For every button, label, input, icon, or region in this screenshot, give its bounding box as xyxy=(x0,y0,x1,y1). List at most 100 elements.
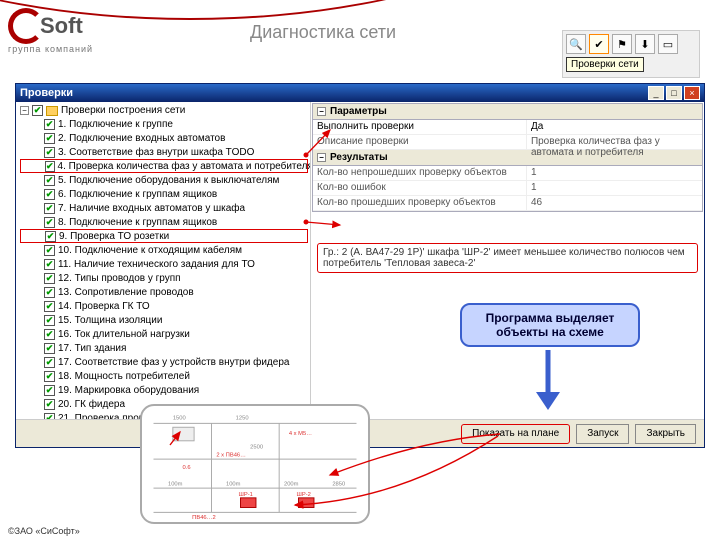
tree-item[interactable]: ✔10. Подключение к отходящим кабелям xyxy=(20,243,308,257)
magnifier-icon[interactable]: 🔍 xyxy=(566,34,586,54)
pg-section-params[interactable]: −Параметры xyxy=(313,104,702,120)
checkbox-icon[interactable]: ✔ xyxy=(45,231,56,242)
property-row[interactable]: Кол-во прошедших проверку объектов46 xyxy=(313,196,702,211)
tree-item[interactable]: ✔8. Подключение к группам ящиков xyxy=(20,215,308,229)
tree-item[interactable]: ✔9. Проверка ТО розетки xyxy=(20,229,308,243)
tree-item[interactable]: ✔12. Типы проводов у групп xyxy=(20,271,308,285)
tree-item[interactable]: ✔5. Подключение оборудования к выключате… xyxy=(20,173,308,187)
tree-item[interactable]: ✔18. Мощность потребителей xyxy=(20,369,308,383)
checkbox-icon[interactable]: ✔ xyxy=(44,371,55,382)
property-key: Выполнить проверки xyxy=(313,120,527,134)
property-key: Описание проверки xyxy=(313,135,527,149)
down-icon[interactable]: ⬇ xyxy=(635,34,655,54)
tree-item[interactable]: ✔6. Подключение к группам ящиков xyxy=(20,187,308,201)
checkbox-icon[interactable]: ✔ xyxy=(44,217,55,228)
brand-subtitle: группа компаний xyxy=(8,44,93,54)
tree-item[interactable]: ✔2. Подключение входных автоматов xyxy=(20,131,308,145)
toolbar-tooltip: Проверки сети xyxy=(566,57,644,72)
property-row[interactable]: Выполнить проверкиДа xyxy=(313,120,702,135)
svg-text:2 x ПВ46…: 2 x ПВ46… xyxy=(216,452,246,458)
checks-toolbar: 🔍 ✔ ⚑ ⬇ ▭ Проверки сети xyxy=(562,30,700,78)
property-key: Кол-во непрошедших проверку объектов xyxy=(313,166,527,180)
svg-text:4 x M5…: 4 x M5… xyxy=(289,431,312,437)
svg-text:0.6: 0.6 xyxy=(183,465,191,471)
highlight-callout: Программа выделяет объекты на схеме xyxy=(460,303,640,347)
flag-icon[interactable]: ⚑ xyxy=(612,34,632,54)
checkbox-icon[interactable]: ✔ xyxy=(44,245,55,256)
tree-item[interactable]: ✔11. Наличие технического задания для ТО xyxy=(20,257,308,271)
error-message: Гр.: 2 (А. ВА47-29 1P)' шкафа 'ШР-2' име… xyxy=(317,243,698,273)
show-on-plan-button[interactable]: Показать на плане xyxy=(461,424,570,444)
checkbox-icon[interactable]: ✔ xyxy=(44,399,55,410)
property-key: Кол-во прошедших проверку объектов xyxy=(313,196,527,210)
window-titlebar[interactable]: Проверки _ □ × xyxy=(16,84,704,102)
property-value: Проверка количества фаз у автомата и пот… xyxy=(527,135,702,149)
checkbox-icon[interactable]: ✔ xyxy=(44,273,55,284)
property-value: 46 xyxy=(527,196,702,210)
svg-text:ШР-2: ШР-2 xyxy=(297,492,311,498)
checkbox-icon[interactable]: ✔ xyxy=(44,189,55,200)
property-row[interactable]: Кол-во непрошедших проверку объектов1 xyxy=(313,166,702,181)
window-close-button[interactable]: × xyxy=(684,86,700,100)
svg-text:1250: 1250 xyxy=(236,416,249,422)
plan-thumbnail: 1500 1250 2500 100m 100m 200m 2850 4 x M5… 2… xyxy=(140,404,370,524)
brand-text: Soft xyxy=(40,13,83,39)
tree-item[interactable]: ✔4. Проверка количества фаз у автомата и… xyxy=(20,159,308,173)
svg-text:2500: 2500 xyxy=(250,445,263,451)
run-button[interactable]: Запуск xyxy=(576,424,629,444)
property-row[interactable]: Описание проверкиПроверка количества фаз… xyxy=(313,135,702,150)
property-value: Да xyxy=(527,120,702,134)
page-title: Диагностика сети xyxy=(250,22,396,43)
checkbox-icon[interactable]: ✔ xyxy=(44,301,55,312)
tree-group-build[interactable]: − ✔ Проверки построения сети xyxy=(20,104,308,117)
property-row[interactable]: Кол-во ошибок1 xyxy=(313,181,702,196)
folder-icon xyxy=(46,106,58,116)
checkbox-icon[interactable]: ✔ xyxy=(44,385,55,396)
svg-text:ПВ46…2: ПВ46…2 xyxy=(192,515,216,521)
checkbox-icon[interactable]: ✔ xyxy=(44,203,55,214)
copyright: ©ЗАО «СиСофт» xyxy=(8,526,80,536)
checks-tree[interactable]: − ✔ Проверки построения сети ✔1. Подключ… xyxy=(16,102,311,419)
checks-window: Проверки _ □ × − ✔ Проверки построения с… xyxy=(15,83,705,448)
checkbox-icon[interactable]: ✔ xyxy=(45,161,55,172)
tree-item[interactable]: ✔13. Сопротивление проводов xyxy=(20,285,308,299)
checkbox-icon[interactable]: ✔ xyxy=(44,329,55,340)
checkbox-icon[interactable]: ✔ xyxy=(44,357,55,368)
checkbox-icon[interactable]: ✔ xyxy=(44,287,55,298)
property-value: 1 xyxy=(527,181,702,195)
tree-item[interactable]: ✔1. Подключение к группе xyxy=(20,117,308,131)
checkbox-icon[interactable]: ✔ xyxy=(44,133,55,144)
close-button[interactable]: Закрыть xyxy=(635,424,696,444)
property-value: 1 xyxy=(527,166,702,180)
checkbox-icon[interactable]: ✔ xyxy=(44,259,55,270)
svg-text:1500: 1500 xyxy=(173,416,186,422)
property-key: Кол-во ошибок xyxy=(313,181,527,195)
tree-item[interactable]: ✔17. Тип здания xyxy=(20,341,308,355)
window-title: Проверки xyxy=(20,87,646,99)
check-icon[interactable]: ✔ xyxy=(589,34,609,54)
tree-item[interactable]: ✔14. Проверка ГК ТО xyxy=(20,299,308,313)
svg-text:100m: 100m xyxy=(168,481,183,487)
tree-item[interactable]: ✔3. Соответствие фаз внутри шкафа TODO xyxy=(20,145,308,159)
checkbox-icon[interactable]: ✔ xyxy=(44,315,55,326)
window-maximize-button[interactable]: □ xyxy=(666,86,682,100)
svg-text:2850: 2850 xyxy=(332,481,345,487)
property-grid: −Параметры Выполнить проверкиДаОписание … xyxy=(312,103,703,212)
tree-item[interactable]: ✔19. Маркировка оборудования xyxy=(20,383,308,397)
tree-item[interactable]: ✔7. Наличие входных автоматов у шкафа xyxy=(20,201,308,215)
svg-text:ШР-1: ШР-1 xyxy=(239,492,253,498)
checkbox-icon[interactable]: ✔ xyxy=(44,343,55,354)
checkbox-icon[interactable]: ✔ xyxy=(44,147,55,158)
svg-text:200m: 200m xyxy=(284,481,299,487)
minus-icon[interactable]: − xyxy=(20,106,29,115)
tree-item[interactable]: ✔16. Ток длительной нагрузки xyxy=(20,327,308,341)
window-minimize-button[interactable]: _ xyxy=(648,86,664,100)
tree-item[interactable]: ✔17. Соответствие фаз у устройств внутри… xyxy=(20,355,308,369)
svg-text:100m: 100m xyxy=(226,481,241,487)
tree-item[interactable]: ✔15. Толщина изоляции xyxy=(20,313,308,327)
checkbox-icon[interactable]: ✔ xyxy=(44,119,55,130)
checkbox-icon[interactable]: ✔ xyxy=(32,105,43,116)
select-icon[interactable]: ▭ xyxy=(658,34,678,54)
brand-logo: Soft группа компаний xyxy=(8,8,93,54)
checkbox-icon[interactable]: ✔ xyxy=(44,175,55,186)
